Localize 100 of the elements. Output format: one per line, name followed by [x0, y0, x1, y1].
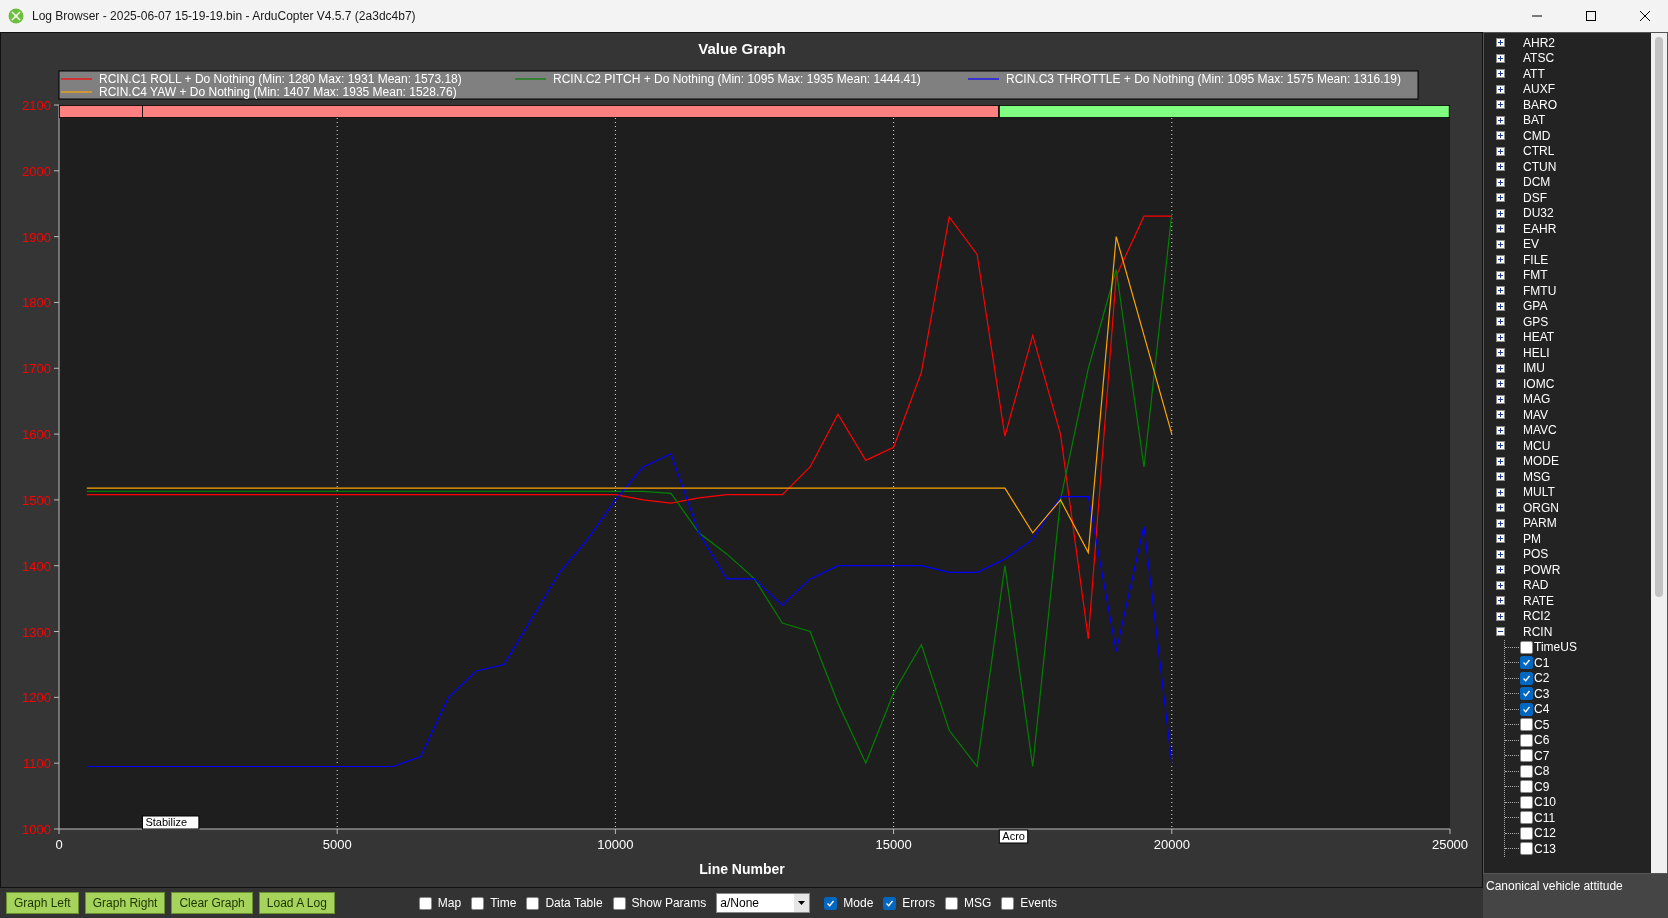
checkbox-label[interactable]: Time	[490, 896, 517, 910]
expand-icon[interactable]	[1496, 69, 1505, 79]
checkbox[interactable]	[824, 896, 838, 910]
checkbox[interactable]	[1001, 896, 1015, 910]
checkbox-label[interactable]: Mode	[843, 896, 874, 910]
tree-item[interactable]: PM	[1523, 531, 1541, 546]
expand-icon[interactable]	[1496, 363, 1505, 373]
checkbox[interactable]	[526, 896, 540, 910]
expand-icon[interactable]	[1496, 379, 1505, 389]
checkbox-label[interactable]: Data Table	[545, 896, 603, 910]
tree-item[interactable]: AHR2	[1523, 35, 1555, 50]
expand-icon[interactable]	[1496, 162, 1505, 172]
tree-item[interactable]: POWR	[1523, 562, 1561, 577]
expand-icon[interactable]	[1496, 100, 1505, 110]
tree-item[interactable]: CTUN	[1523, 159, 1557, 174]
expand-icon[interactable]	[1496, 224, 1505, 234]
expand-icon[interactable]	[1496, 193, 1505, 203]
checkbox-label[interactable]: Events	[1020, 896, 1058, 910]
tree-item[interactable]: BARO	[1523, 97, 1557, 112]
tree-item[interactable]: RCIN	[1523, 624, 1553, 639]
checkbox[interactable]	[1520, 671, 1533, 685]
tree-item[interactable]: CTRL	[1523, 144, 1555, 159]
tree-item[interactable]: FMTU	[1523, 283, 1557, 298]
checkbox[interactable]	[471, 896, 485, 910]
expand-icon[interactable]	[1496, 270, 1505, 280]
tree-item[interactable]: C12	[1534, 826, 1556, 841]
action-button[interactable]: Load A Log	[258, 892, 335, 914]
tree-item[interactable]: EV	[1523, 237, 1539, 252]
scrollbar[interactable]	[1651, 33, 1667, 873]
expand-icon[interactable]	[1496, 472, 1505, 482]
checkbox-label[interactable]: Errors	[902, 896, 935, 910]
expand-icon[interactable]	[1496, 84, 1505, 94]
expand-icon[interactable]	[1496, 286, 1505, 296]
tree-item[interactable]: TimeUS	[1534, 640, 1577, 655]
expand-icon[interactable]	[1496, 534, 1505, 544]
expand-icon[interactable]	[1496, 208, 1505, 218]
tree-item[interactable]: C5	[1534, 717, 1550, 732]
tree-item[interactable]: MULT	[1523, 485, 1555, 500]
checkbox[interactable]	[418, 896, 432, 910]
checkbox[interactable]	[883, 896, 897, 910]
tree-item[interactable]: C6	[1534, 733, 1550, 748]
checkbox[interactable]	[612, 896, 626, 910]
tree-item[interactable]: ORGN	[1523, 500, 1559, 515]
tree-item[interactable]: C1	[1534, 655, 1550, 670]
tree-item[interactable]: MAVC	[1523, 423, 1557, 438]
checkbox[interactable]	[1520, 842, 1533, 856]
expand-icon[interactable]	[1496, 38, 1505, 48]
expand-icon[interactable]	[1496, 146, 1505, 156]
expand-icon[interactable]	[1496, 115, 1505, 125]
tree-item[interactable]: AUXF	[1523, 82, 1555, 97]
expand-icon[interactable]	[1496, 456, 1505, 466]
checkbox-label[interactable]: MSG	[964, 896, 992, 910]
checkbox[interactable]	[1520, 733, 1533, 747]
checkbox-label[interactable]: Map	[437, 896, 462, 910]
action-button[interactable]: Clear Graph	[171, 892, 253, 914]
tree-item[interactable]: BAT	[1523, 113, 1546, 128]
expand-icon[interactable]	[1496, 410, 1505, 420]
tree-item[interactable]: HELI	[1523, 345, 1550, 360]
tree-item[interactable]: RATE	[1523, 593, 1555, 608]
checkbox-label[interactable]: Show Params	[631, 896, 707, 910]
tree-item[interactable]: DCM	[1523, 175, 1551, 190]
expand-icon[interactable]	[1496, 425, 1505, 435]
expand-icon[interactable]	[1496, 332, 1505, 342]
collapse-icon[interactable]	[1496, 627, 1505, 637]
tree-item[interactable]: PARM	[1523, 516, 1557, 531]
checkbox[interactable]	[1520, 687, 1533, 701]
action-button[interactable]: Graph Left	[6, 892, 79, 914]
tree-item[interactable]: IMU	[1523, 361, 1545, 376]
tree-item[interactable]: MAG	[1523, 392, 1551, 407]
expand-icon[interactable]	[1496, 611, 1505, 621]
expand-icon[interactable]	[1496, 441, 1505, 451]
tree-item[interactable]: MSG	[1523, 469, 1551, 484]
expand-icon[interactable]	[1496, 301, 1505, 311]
expand-icon[interactable]	[1496, 565, 1505, 575]
tree-item[interactable]: C7	[1534, 748, 1550, 763]
tree-item[interactable]: C3	[1534, 686, 1550, 701]
tree-item[interactable]: DSF	[1523, 190, 1547, 205]
expand-icon[interactable]	[1496, 53, 1505, 63]
tree-item[interactable]: HEAT	[1523, 330, 1555, 345]
expand-icon[interactable]	[1496, 348, 1505, 358]
expand-icon[interactable]	[1496, 518, 1505, 528]
tree-item[interactable]: GPS	[1523, 314, 1549, 329]
checkbox[interactable]	[1520, 795, 1533, 809]
tree-item[interactable]: CMD	[1523, 128, 1551, 143]
tree-item[interactable]: DU32	[1523, 206, 1554, 221]
tree-item[interactable]: EAHR	[1523, 221, 1557, 236]
checkbox[interactable]	[1520, 749, 1533, 763]
expand-icon[interactable]	[1496, 317, 1505, 327]
expand-icon[interactable]	[1496, 549, 1505, 559]
tree-item[interactable]: C9	[1534, 779, 1550, 794]
tree-item[interactable]: GPA	[1523, 299, 1548, 314]
checkbox[interactable]	[1520, 640, 1533, 654]
tree-item[interactable]: FMT	[1523, 268, 1548, 283]
checkbox[interactable]	[945, 896, 958, 910]
tree-item[interactable]: C2	[1534, 671, 1550, 686]
expand-icon[interactable]	[1496, 580, 1505, 590]
expand-icon[interactable]	[1496, 487, 1505, 497]
tree-item[interactable]: MODE	[1523, 454, 1559, 469]
expand-icon[interactable]	[1496, 596, 1505, 606]
expand-icon[interactable]	[1496, 177, 1505, 187]
